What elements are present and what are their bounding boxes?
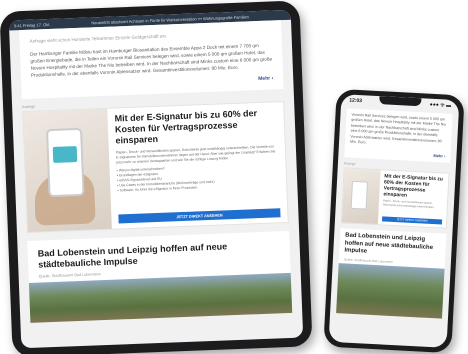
tablet-ad-banner[interactable]: Mit der E-Signatur bis zu 60% der Kosten… [22, 101, 289, 233]
tablet-device: 9:41 Freitag 17. Okt. Neueintritt absolv… [0, 0, 313, 354]
tablet-screen: 9:41 Freitag 17. Okt. Neueintritt absolv… [8, 9, 304, 349]
phone-screen: 12:03 ●●● ᯤ ▬ Voronin Rail Services bele… [328, 94, 460, 348]
tablet-more-link[interactable]: Mehr › [31, 75, 273, 90]
phone-mockup-image [46, 127, 85, 198]
tablet-news-card: Anfrage sieht schon Hunderte Teilnehmer … [19, 20, 284, 100]
chevron-right-icon: › [443, 153, 446, 160]
phone-ad-image [341, 168, 381, 225]
tablet-status-time: 9:41 Freitag 17. Okt. [13, 21, 51, 28]
phone-more-link[interactable]: Mehr › [349, 149, 445, 159]
tablet-ad-cta-button[interactable]: JETZT DIREKT ANSEHEN [118, 208, 281, 224]
tablet-ad-bullets: Warum digital unterschreiben? Grundlagen… [117, 162, 280, 193]
tablet-article-card[interactable]: Bad Lobenstein und Leipzig hoffen auf ne… [27, 230, 293, 323]
tablet-body-text: Der Hamburger Familie Möbiu hast im Hamb… [30, 42, 273, 78]
phone-more-label: Mehr [433, 153, 444, 159]
phone-ad-headline: Mit der E-Signatur bis zu 60% der Kosten… [383, 173, 443, 200]
phone-article-headline[interactable]: Bad Lobenstein und Leipzig hoffen auf ne… [344, 233, 441, 260]
tablet-article-photo [28, 272, 293, 323]
ad-image [23, 108, 112, 232]
phone-status-time: 12:03 [349, 97, 363, 105]
phone-article-card[interactable]: Bad Lobenstein und Leipzig hoffen auf ne… [336, 228, 447, 319]
phone-ad-content: Mit der E-Signatur bis zu 60% der Kosten… [378, 171, 449, 228]
phone-ad-body: Papier-, Druck- und Versandkosten sparen… [382, 199, 435, 210]
tablet-ad-headline: Mit der E-Signatur bis zu 60% der Kosten… [114, 108, 258, 146]
signal-icon: ●●● ᯤ ▬ [429, 101, 452, 109]
phone-news-card: Voronin Rail Services belegen wird, sowi… [344, 108, 453, 164]
tablet-ad-content: Mit der E-Signatur bis zu 60% der Kosten… [107, 102, 287, 229]
tablet-more-label: Mehr [258, 75, 271, 83]
phone-article-photo [336, 262, 445, 319]
phone-ad-cta-button[interactable]: JETZT DIREKT ANSEHEN [381, 216, 443, 225]
phone-body-text: Voronin Rail Services belegen wird, sowi… [349, 112, 447, 145]
phone-ad-banner[interactable]: Mit der E-Signatur bis zu 60% der Kosten… [340, 167, 450, 230]
phone-device: 12:03 ●●● ᯤ ▬ Voronin Rail Services bele… [323, 88, 465, 354]
chevron-right-icon: › [271, 75, 274, 82]
